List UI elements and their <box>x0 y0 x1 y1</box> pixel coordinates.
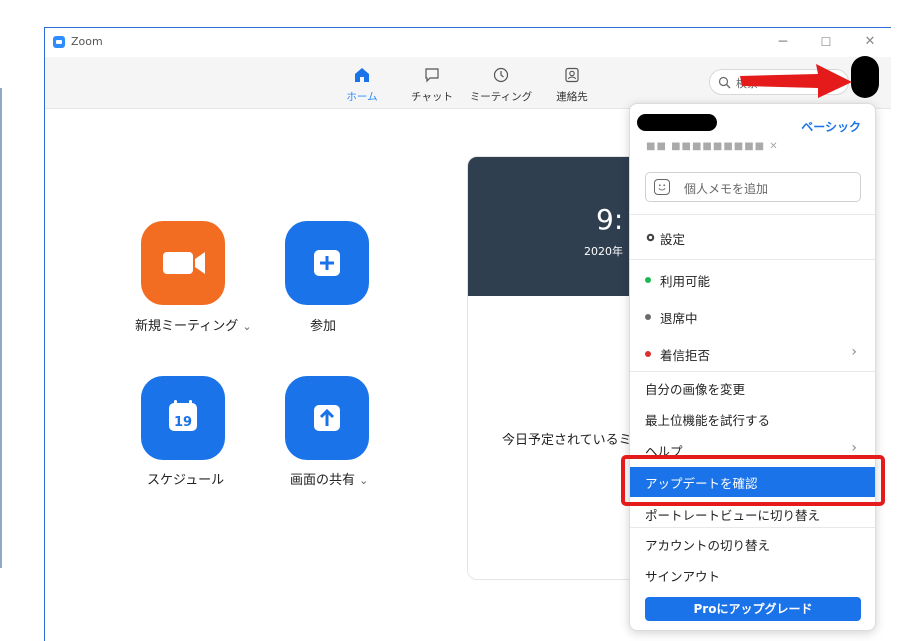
calendar-day: 19 <box>174 415 192 430</box>
menu-divider <box>630 527 875 528</box>
gear-icon <box>646 233 655 242</box>
tab-meetings[interactable]: ミーティング <box>469 63 533 107</box>
away-label: 退席中 <box>660 311 698 326</box>
plus-icon <box>314 250 340 276</box>
menu-divider <box>630 371 875 372</box>
share-screen-label: 画面の共有 ⌄ <box>290 473 369 488</box>
chat-icon <box>425 68 439 83</box>
search-icon <box>718 76 731 89</box>
clock-icon <box>493 67 509 83</box>
red-arrow-annotation <box>740 64 852 98</box>
home-icon <box>355 68 369 82</box>
no-meetings-text: 今日予定されているミ <box>502 433 632 448</box>
menu-item-away[interactable]: 退席中 <box>630 302 875 330</box>
tab-home-label: ホーム <box>346 91 378 103</box>
menu-item-do-not-disturb[interactable]: 着信拒否 › <box>630 339 875 367</box>
tab-contacts[interactable]: 連絡先 <box>540 63 604 107</box>
menu-divider <box>630 259 875 260</box>
calendar-icon: 19 <box>169 400 197 431</box>
portrait-view-label: ポートレートビューに切り替え <box>645 508 821 523</box>
zoom-logo-icon <box>53 36 65 48</box>
settings-label: 設定 <box>660 232 686 247</box>
schedule-button[interactable]: 19 <box>141 376 225 460</box>
user-email-blurred: ■■ ■■■■■■■■■ ✕ <box>646 141 779 152</box>
menu-divider <box>630 214 875 215</box>
switch-account-label: アカウントの切り替え <box>645 538 771 553</box>
chevron-right-icon: › <box>851 440 857 456</box>
tab-chat-label: チャット <box>411 91 453 103</box>
available-label: 利用可能 <box>660 274 711 289</box>
chevron-right-icon: › <box>851 344 857 360</box>
profile-menu: ベーシック ■■ ■■■■■■■■■ ✕ 個人メモを追加 設定 利用可能 退席中… <box>629 103 876 631</box>
schedule-label: スケジュール <box>147 473 225 488</box>
personal-note-placeholder: 個人メモを追加 <box>684 182 769 196</box>
menu-item-sign-out[interactable]: サインアウト <box>630 560 875 588</box>
plan-badge[interactable]: ベーシック <box>801 118 861 135</box>
try-features-label: 最上位機能を試行する <box>645 413 771 428</box>
tab-home[interactable]: ホーム <box>330 63 394 107</box>
tab-meetings-label: ミーティング <box>469 91 533 103</box>
current-date: 2020年 <box>584 245 623 258</box>
new-meeting-label: 新規ミーティング ⌄ <box>135 319 252 334</box>
minimize-button[interactable]: ─ <box>772 31 794 53</box>
personal-note-input[interactable]: 個人メモを追加 <box>645 172 861 202</box>
menu-item-settings[interactable]: 設定 <box>630 223 875 251</box>
current-time: 9: <box>596 203 624 236</box>
sign-out-label: サインアウト <box>645 569 721 584</box>
smiley-icon <box>654 179 670 195</box>
upgrade-to-pro-button[interactable]: Proにアップグレード <box>645 597 861 621</box>
chevron-down-icon: ⌄ <box>359 474 369 487</box>
new-meeting-button[interactable] <box>141 221 225 305</box>
maximize-button[interactable]: ☐ <box>815 31 837 53</box>
window-title: Zoom <box>71 35 103 48</box>
menu-item-switch-account[interactable]: アカウントの切り替え <box>630 529 875 557</box>
highlight-box-annotation <box>621 455 885 506</box>
screenshot: Zoom ─ ☐ ✕ ホーム チャット ミーティング 連絡先 新規ミーティング … <box>0 0 913 641</box>
away-status-dot-icon <box>645 314 651 320</box>
join-label: 参加 <box>310 319 337 334</box>
join-button[interactable] <box>285 221 369 305</box>
dnd-label: 着信拒否 <box>660 348 711 363</box>
change-picture-label: 自分の画像を変更 <box>645 382 746 397</box>
menu-item-change-picture[interactable]: 自分の画像を変更 <box>630 373 875 401</box>
contacts-icon <box>565 67 579 83</box>
background-window-edge <box>0 88 2 568</box>
menu-item-try-features[interactable]: 最上位機能を試行する <box>630 404 875 432</box>
tab-contacts-label: 連絡先 <box>556 91 588 103</box>
menu-item-available[interactable]: 利用可能 <box>630 265 875 293</box>
close-button[interactable]: ✕ <box>859 31 881 53</box>
share-arrow-icon <box>314 405 340 431</box>
dnd-status-dot-icon <box>645 351 651 357</box>
available-status-dot-icon <box>645 277 651 283</box>
title-bar: Zoom ─ ☐ ✕ <box>45 28 891 57</box>
tab-chat[interactable]: チャット <box>400 63 464 107</box>
video-camera-icon <box>163 252 205 274</box>
user-name-redacted <box>637 114 717 131</box>
share-screen-button[interactable] <box>285 376 369 460</box>
chevron-down-icon: ⌄ <box>242 320 252 333</box>
